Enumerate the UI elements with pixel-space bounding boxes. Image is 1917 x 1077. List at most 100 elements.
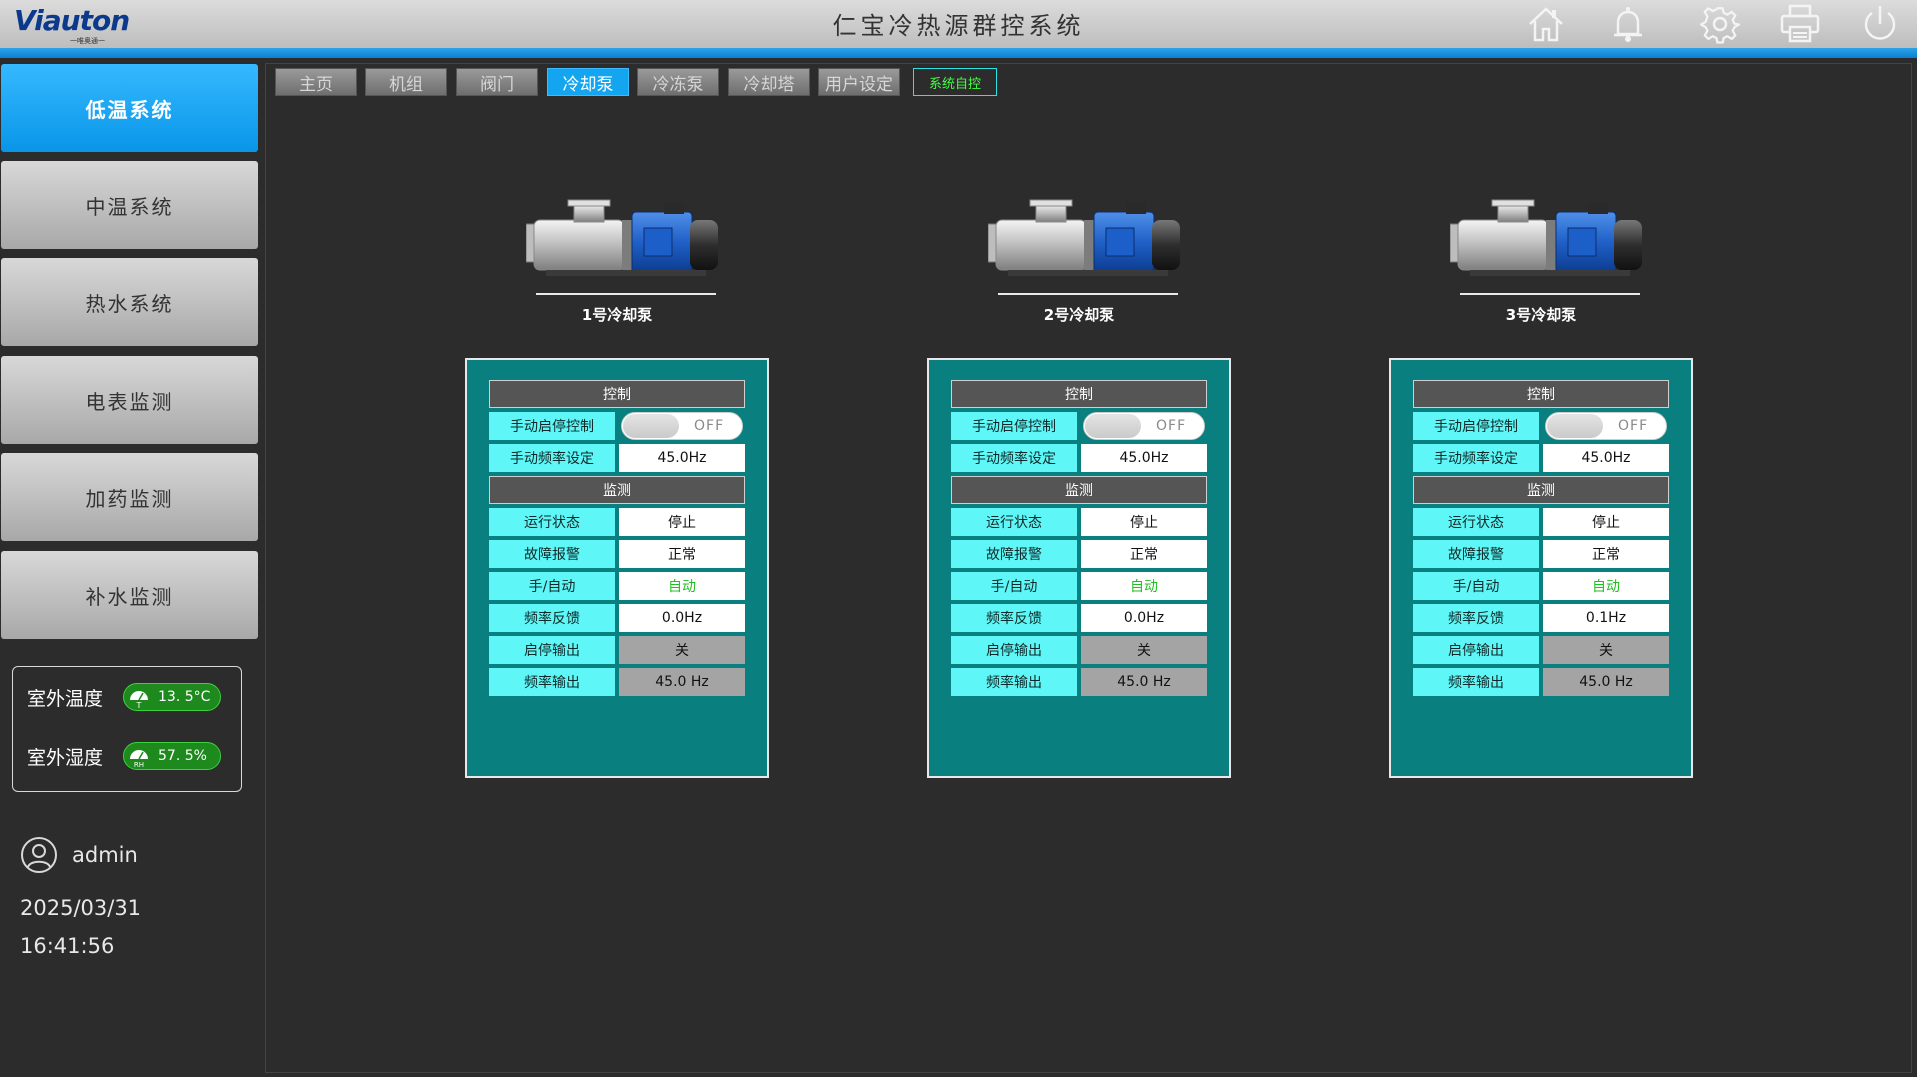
- humidity-gauge-icon: RH: [130, 750, 148, 768]
- current-date: 2025/03/31: [20, 896, 142, 920]
- freq-set-input[interactable]: 45.0Hz: [1081, 444, 1207, 472]
- tab-cooling-tower[interactable]: 冷却塔: [728, 68, 810, 96]
- monitor-row-label: 频率反馈: [489, 604, 615, 632]
- manual-start-stop-toggle[interactable]: OFF: [1083, 412, 1205, 440]
- printer-icon[interactable]: [1778, 2, 1822, 46]
- tab-units[interactable]: 机组: [365, 68, 447, 96]
- monitor-row-value: 正常: [619, 540, 745, 568]
- outdoor-humidity-value: 57. 5%: [158, 748, 207, 764]
- monitor-row-label: 手/自动: [489, 572, 615, 600]
- sidebar-item-mid-temp[interactable]: 中温系统: [1, 161, 258, 249]
- sidebar-item-makeup-water[interactable]: 补水监测: [1, 551, 258, 639]
- sidebar-item-hot-water[interactable]: 热水系统: [1, 258, 258, 346]
- user-avatar-icon: [21, 837, 57, 873]
- monitor-section-title: 监测: [951, 476, 1207, 504]
- temp-gauge-letter: T: [136, 701, 142, 709]
- monitor-row-label: 频率输出: [1413, 668, 1539, 696]
- control-section-title: 控制: [951, 380, 1207, 408]
- pump-2-panel: 控制 手动启停控制 OFF 手动频率设定 45.0Hz 监测 运行状态 停止 故障报…: [927, 358, 1231, 778]
- manual-start-stop-toggle[interactable]: OFF: [1545, 412, 1667, 440]
- monitor-row-label: 故障报警: [951, 540, 1077, 568]
- pump-2-graphic: 2号冷却泵: [964, 198, 1194, 334]
- pump-1-panel: 控制 手动启停控制 OFF 手动频率设定 45.0Hz 监测 运行状态 停止 故障报…: [465, 358, 769, 778]
- freq-set-label: 手动频率设定: [1413, 444, 1539, 472]
- power-icon[interactable]: [1858, 2, 1902, 46]
- sidebar-item-low-temp[interactable]: 低温系统: [1, 64, 258, 152]
- outdoor-temp-badge: T 13. 5°C: [123, 683, 221, 711]
- monitor-row-label: 频率反馈: [951, 604, 1077, 632]
- freq-set-input[interactable]: 45.0Hz: [619, 444, 745, 472]
- sidebar-item-meter[interactable]: 电表监测: [1, 356, 258, 444]
- freq-set-label: 手动频率设定: [489, 444, 615, 472]
- toggle-state-text: OFF: [1618, 418, 1649, 434]
- toggle-knob: [1085, 414, 1141, 438]
- monitor-row-label: 手/自动: [951, 572, 1077, 600]
- monitor-row-label: 故障报警: [489, 540, 615, 568]
- pump-3-graphic: 3号冷却泵: [1426, 198, 1656, 334]
- monitor-section-title: 监测: [1413, 476, 1669, 504]
- monitor-row-label: 启停输出: [489, 636, 615, 664]
- freq-set-input[interactable]: 45.0Hz: [1543, 444, 1669, 472]
- tab-valves[interactable]: 阀门: [456, 68, 538, 96]
- monitor-row-label: 频率输出: [951, 668, 1077, 696]
- outdoor-humidity-row: 室外湿度 RH 57. 5%: [27, 740, 221, 772]
- monitor-row-value: 关: [619, 636, 745, 664]
- outdoor-humidity-label: 室外湿度: [27, 746, 104, 769]
- monitor-row-value: 关: [1543, 636, 1669, 664]
- monitor-row-value: 停止: [1543, 508, 1669, 536]
- monitor-row-value: 0.1Hz: [1543, 604, 1669, 632]
- monitor-row-value: 停止: [1081, 508, 1207, 536]
- pump-3-panel: 控制 手动启停控制 OFF 手动频率设定 45.0Hz 监测 运行状态 停止 故障报…: [1389, 358, 1693, 778]
- monitor-row-label: 启停输出: [1413, 636, 1539, 664]
- freq-set-label: 手动频率设定: [951, 444, 1077, 472]
- tab-chilled-pump[interactable]: 冷冻泵: [637, 68, 719, 96]
- sidebar-item-dosing[interactable]: 加药监测: [1, 453, 258, 541]
- monitor-row-value: 正常: [1543, 540, 1669, 568]
- system-auto-badge: 系统自控: [913, 68, 997, 96]
- thermometer-gauge-icon: T: [130, 691, 148, 709]
- monitor-row-value: 0.0Hz: [619, 604, 745, 632]
- monitor-row-label: 手/自动: [1413, 572, 1539, 600]
- outdoor-temp-row: 室外温度 T 13. 5°C: [27, 681, 221, 713]
- monitor-row-label: 运行状态: [489, 508, 615, 536]
- tab-cooling-pump[interactable]: 冷却泵: [547, 68, 629, 96]
- manual-start-stop-toggle[interactable]: OFF: [621, 412, 743, 440]
- bell-icon[interactable]: [1606, 2, 1650, 46]
- manual-switch-label: 手动启停控制: [1413, 412, 1539, 440]
- monitor-row-value: 正常: [1081, 540, 1207, 568]
- monitor-row-value: 自动: [619, 572, 745, 600]
- monitor-row-value: 0.0Hz: [1081, 604, 1207, 632]
- user-name: admin: [72, 843, 138, 867]
- monitor-row-label: 启停输出: [951, 636, 1077, 664]
- monitor-row-value: 关: [1081, 636, 1207, 664]
- control-section-title: 控制: [489, 380, 745, 408]
- control-section-title: 控制: [1413, 380, 1669, 408]
- monitor-row-label: 运行状态: [1413, 508, 1539, 536]
- toggle-knob: [623, 414, 679, 438]
- outdoor-env-panel: 室外温度 T 13. 5°C 室外湿度 RH 57. 5%: [12, 666, 242, 792]
- home-icon[interactable]: [1524, 2, 1568, 46]
- monitor-row-label: 运行状态: [951, 508, 1077, 536]
- gear-icon[interactable]: [1698, 2, 1742, 46]
- pump-name: 3号冷却泵: [1505, 306, 1577, 324]
- monitor-row-value: 自动: [1081, 572, 1207, 600]
- tab-user-settings[interactable]: 用户设定: [818, 68, 900, 96]
- outdoor-temp-label: 室外温度: [27, 687, 104, 710]
- manual-switch-label: 手动启停控制: [489, 412, 615, 440]
- monitor-row-value: 自动: [1543, 572, 1669, 600]
- tab-home[interactable]: 主页: [275, 68, 357, 96]
- pump-1-graphic: 1号冷却泵: [502, 198, 732, 334]
- manual-switch-label: 手动启停控制: [951, 412, 1077, 440]
- pump-name: 2号冷却泵: [1043, 306, 1115, 324]
- toggle-knob: [1547, 414, 1603, 438]
- monitor-section-title: 监测: [489, 476, 745, 504]
- user-info: admin: [20, 836, 138, 874]
- top-header: Viauton 一唯奥通一 仁宝冷热源群控系统: [0, 0, 1917, 48]
- pump-icon: [526, 199, 718, 295]
- toggle-state-text: OFF: [694, 418, 725, 434]
- hum-gauge-letter: RH: [134, 761, 144, 768]
- outdoor-humidity-badge: RH 57. 5%: [123, 742, 221, 770]
- outdoor-temp-value: 13. 5°C: [158, 689, 211, 705]
- monitor-row-value: 45.0 Hz: [1543, 668, 1669, 696]
- header-divider: [0, 48, 1917, 58]
